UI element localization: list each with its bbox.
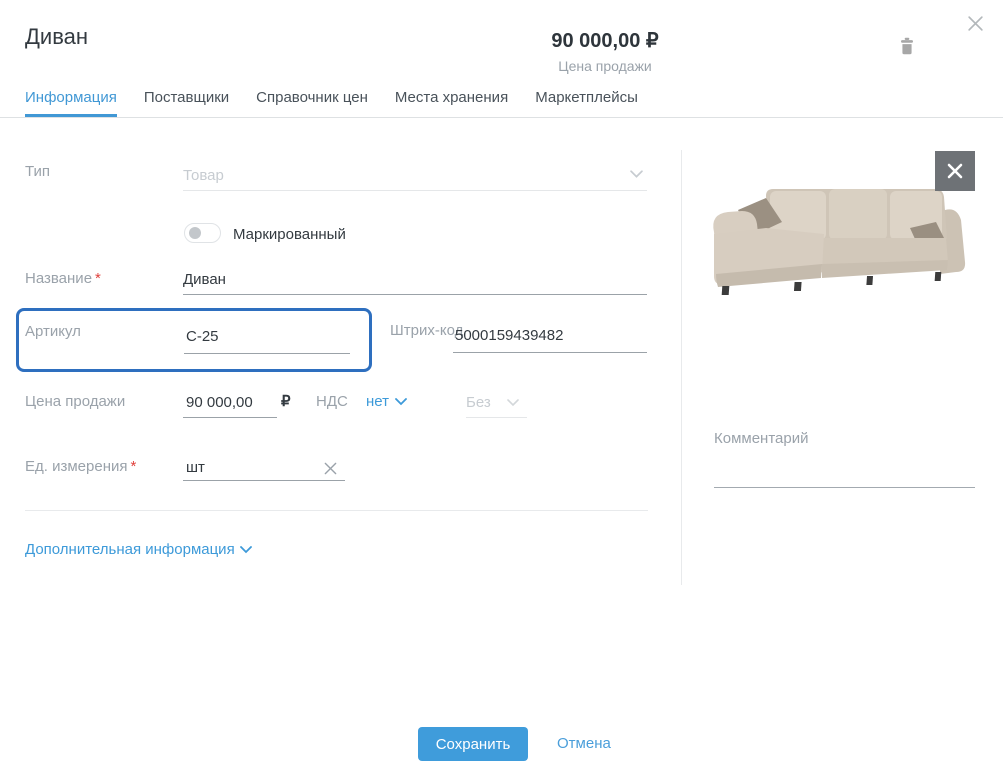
- vat-rate-value: Без: [466, 394, 491, 411]
- chevron-down-icon: [506, 398, 519, 407]
- sku-label: Артикул: [25, 323, 81, 340]
- trash-icon: [896, 35, 918, 57]
- comment-input[interactable]: [714, 487, 975, 488]
- tab-information[interactable]: Информация: [25, 89, 117, 117]
- type-label: Тип: [25, 163, 51, 180]
- chevron-down-icon: [239, 545, 252, 554]
- price-summary: 90 000,00 ₽ Цена продажи: [480, 28, 730, 74]
- chevron-down-icon: [395, 397, 407, 406]
- delete-product-button[interactable]: [891, 30, 923, 62]
- vat-rate-select[interactable]: Без: [466, 394, 519, 411]
- marked-toggle-label: Маркированный: [233, 226, 346, 243]
- clear-unit-button[interactable]: [320, 458, 340, 478]
- close-icon: [967, 15, 984, 32]
- type-select[interactable]: Товар: [183, 167, 224, 184]
- remove-image-icon: [946, 162, 964, 180]
- vertical-divider: [681, 150, 682, 585]
- additional-info-link[interactable]: Дополнительная информация: [25, 541, 252, 558]
- tab-bar: Информация Поставщики Справочник цен Мес…: [0, 89, 1003, 118]
- unit-label: Ед. измерения *: [25, 458, 137, 475]
- name-underline: [183, 294, 647, 295]
- product-image: [706, 176, 976, 298]
- clear-icon: [323, 461, 338, 476]
- toggle-knob: [189, 227, 201, 239]
- vat-selected-value: нет: [366, 393, 389, 410]
- product-modal: Диван 90 000,00 ₽ Цена продажи Информаци…: [0, 0, 1003, 779]
- chevron-down-icon: [630, 170, 643, 179]
- sku-input[interactable]: С-25: [186, 328, 219, 345]
- cancel-button[interactable]: Отмена: [557, 735, 611, 752]
- sale-price-label: Цена продажи: [25, 393, 126, 410]
- currency-symbol: ₽: [281, 393, 291, 410]
- sale-price-input[interactable]: 90 000,00: [186, 394, 253, 411]
- sale-price-underline: [183, 417, 277, 418]
- barcode-input[interactable]: 5000159439482: [455, 327, 563, 344]
- unit-input[interactable]: шт: [186, 459, 205, 476]
- close-modal-button[interactable]: [962, 10, 988, 36]
- page-title: Диван: [25, 24, 89, 49]
- barcode-underline: [453, 352, 647, 353]
- required-asterisk: *: [95, 270, 101, 287]
- tab-suppliers[interactable]: Поставщики: [144, 89, 229, 117]
- vat-rate-underline: [466, 417, 527, 418]
- required-asterisk: *: [130, 458, 137, 475]
- name-input[interactable]: Диван: [183, 271, 226, 288]
- marked-toggle[interactable]: [184, 223, 221, 243]
- price-caption: Цена продажи: [558, 58, 652, 74]
- type-underline: [183, 190, 647, 191]
- vat-label: НДС: [316, 393, 348, 410]
- comment-label: Комментарий: [714, 430, 809, 447]
- save-button[interactable]: Сохранить: [418, 727, 528, 761]
- name-label: Название *: [25, 270, 101, 287]
- price-value: 90 000,00 ₽: [551, 30, 659, 52]
- remove-image-button[interactable]: [935, 151, 975, 191]
- unit-underline: [183, 480, 345, 481]
- tab-storage-places[interactable]: Места хранения: [395, 89, 508, 117]
- sku-underline: [184, 353, 350, 354]
- barcode-label: Штрих-код: [390, 322, 464, 339]
- vat-dropdown[interactable]: нет: [366, 393, 407, 410]
- tab-price-reference[interactable]: Справочник цен: [256, 89, 368, 117]
- section-divider: [25, 510, 648, 511]
- tab-marketplaces[interactable]: Маркетплейсы: [535, 89, 638, 117]
